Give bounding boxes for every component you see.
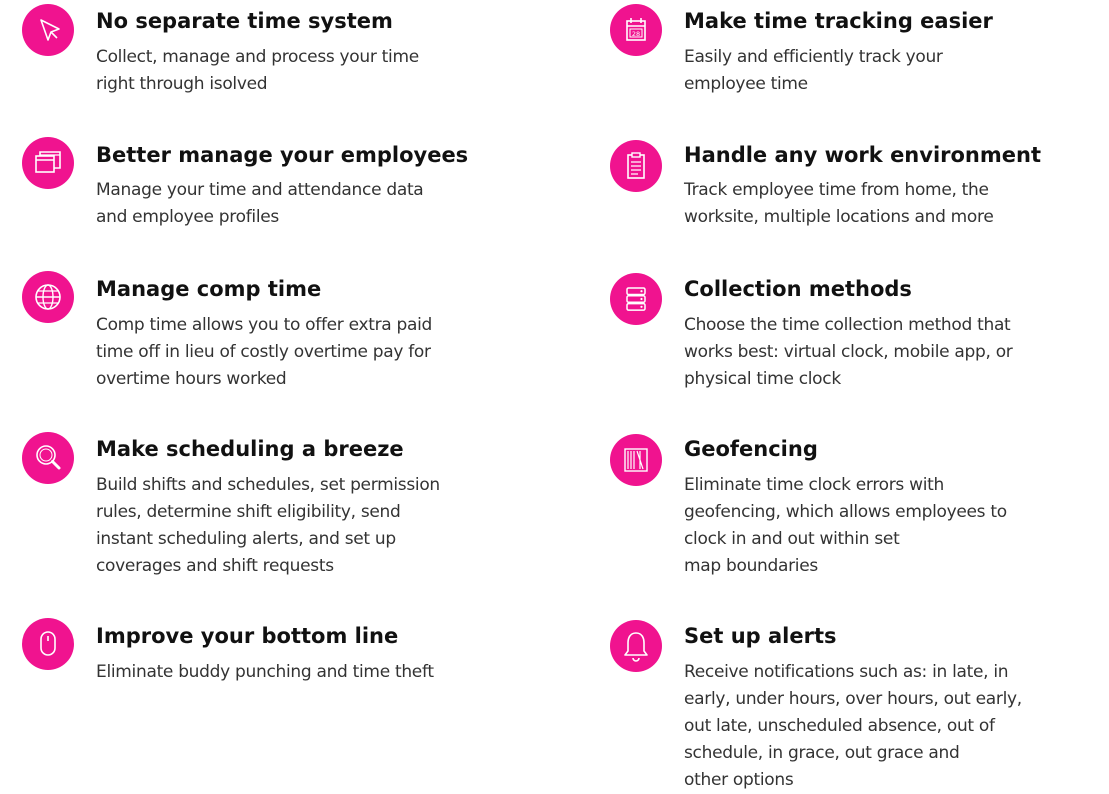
feature-title: Make scheduling a breeze xyxy=(96,437,404,461)
feature-title: No separate time system xyxy=(96,9,393,33)
feature-description: Eliminate buddy punching and time theft xyxy=(96,662,434,682)
mouse-icon xyxy=(22,618,74,670)
feature-title: Improve your bottom line xyxy=(96,624,399,648)
stacked-windows-icon xyxy=(22,137,74,189)
feature-description: Manage your time and attendance data and… xyxy=(96,180,424,227)
feature-description: Receive notifications such as: in late, … xyxy=(684,662,1022,790)
clipboard-icon xyxy=(610,140,662,192)
bookshelf-icon xyxy=(610,434,662,486)
feature-description: Eliminate time clock errors with geofenc… xyxy=(684,475,1007,576)
feature-description: Comp time allows you to offer extra paid… xyxy=(96,315,433,389)
globe-icon xyxy=(22,271,74,323)
feature-title: Better manage your employees xyxy=(96,143,469,167)
feature-title: Make time tracking easier xyxy=(684,9,993,33)
feature-description: Easily and efficiently track your employ… xyxy=(684,47,943,94)
cursor-arrow-icon xyxy=(22,4,74,56)
feature-title: Manage comp time xyxy=(96,277,322,301)
bell-icon xyxy=(610,620,662,672)
feature-description: Collect, manage and process your time ri… xyxy=(96,47,419,94)
calendar-day-text: 28 xyxy=(632,30,640,38)
feature-title: Geofencing xyxy=(684,437,818,461)
server-icon xyxy=(610,273,662,325)
feature-description: Build shifts and schedules, set permissi… xyxy=(96,475,440,576)
calendar-icon: 28 xyxy=(610,4,662,56)
feature-title: Handle any work environment xyxy=(684,143,1041,167)
feature-title: Collection methods xyxy=(684,277,912,301)
feature-description: Track employee time from home, the works… xyxy=(684,180,994,227)
feature-title: Set up alerts xyxy=(684,624,837,648)
feature-description: Choose the time collection method that w… xyxy=(684,315,1013,389)
magnifier-icon xyxy=(22,432,74,484)
